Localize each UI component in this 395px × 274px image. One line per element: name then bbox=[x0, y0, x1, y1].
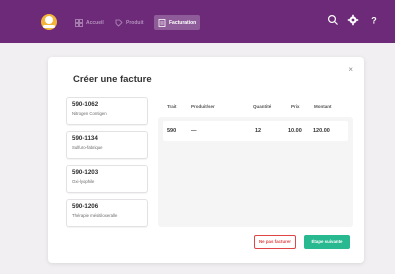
nav-item-label: Produit bbox=[126, 19, 144, 26]
top-navigation-bar: Accueil Produit Facturation ? bbox=[0, 0, 395, 43]
invoice-list-item[interactable]: 590-1206 Thérapie mésitiloxeralle bbox=[66, 199, 148, 227]
cell-price: 10.00 bbox=[288, 128, 302, 134]
help-icon[interactable]: ? bbox=[368, 14, 380, 26]
invoice-name: Nitrogen Contigen bbox=[72, 111, 107, 116]
close-icon[interactable]: × bbox=[348, 65, 353, 74]
invoice-id: 590-1206 bbox=[72, 203, 99, 210]
invoice-icon bbox=[158, 18, 166, 27]
cell-amount: 120.00 bbox=[313, 128, 330, 134]
column-header: Trait bbox=[167, 104, 177, 109]
column-header: Quantité bbox=[253, 104, 272, 109]
invoice-id: 590-1203 bbox=[72, 169, 99, 176]
table-row[interactable]: 590 — 12 10.00 120.00 bbox=[163, 121, 348, 141]
nav-item-accueil[interactable]: Accueil bbox=[75, 15, 104, 30]
search-icon[interactable] bbox=[327, 14, 339, 26]
app-logo-icon[interactable] bbox=[39, 12, 59, 32]
dialog-title: Créer une facture bbox=[73, 74, 152, 85]
gear-icon[interactable] bbox=[347, 14, 359, 26]
invoice-list-item[interactable]: 590-1203 Oxi-lyophile bbox=[66, 165, 148, 193]
nav-item-label: Accueil bbox=[86, 19, 104, 26]
table-header: Trait Produit/ser Quantité Prix Montant bbox=[167, 104, 357, 114]
invoice-list-item[interactable]: 590-1062 Nitrogen Contigen bbox=[66, 97, 148, 125]
grid-icon bbox=[75, 18, 83, 27]
column-header: Montant bbox=[314, 104, 332, 109]
create-invoice-dialog: × Créer une facture 590-1062 Nitrogen Co… bbox=[48, 57, 364, 263]
nav-item-facturation[interactable]: Facturation bbox=[154, 15, 201, 30]
invoice-list-item[interactable]: 590-1134 Sulfuro-fabrique bbox=[66, 131, 148, 159]
nav-item-label: Facturation bbox=[169, 19, 197, 26]
nav-item-produit[interactable]: Produit bbox=[115, 15, 144, 30]
invoice-name: Thérapie mésitiloxeralle bbox=[72, 213, 118, 218]
svg-text:?: ? bbox=[371, 16, 377, 26]
cell-product: — bbox=[191, 128, 197, 134]
next-step-button[interactable]: Étape suivante bbox=[304, 235, 350, 249]
tag-icon bbox=[115, 19, 123, 27]
invoice-id: 590-1134 bbox=[72, 135, 98, 142]
cell-code: 590 bbox=[167, 128, 177, 134]
invoice-id: 590-1062 bbox=[72, 101, 99, 108]
invoice-name: Oxi-lyophile bbox=[72, 179, 95, 184]
invoice-name: Sulfuro-fabrique bbox=[72, 145, 103, 150]
invoice-list: 590-1062 Nitrogen Contigen 590-1134 Sulf… bbox=[66, 97, 148, 233]
column-header: Produit/ser bbox=[191, 104, 215, 109]
dont-invoice-button[interactable]: Ne pas facturer bbox=[254, 235, 296, 249]
cell-quantity: 12 bbox=[255, 128, 262, 134]
line-items-table: 590 — 12 10.00 120.00 bbox=[158, 117, 353, 227]
column-header: Prix bbox=[291, 104, 300, 109]
